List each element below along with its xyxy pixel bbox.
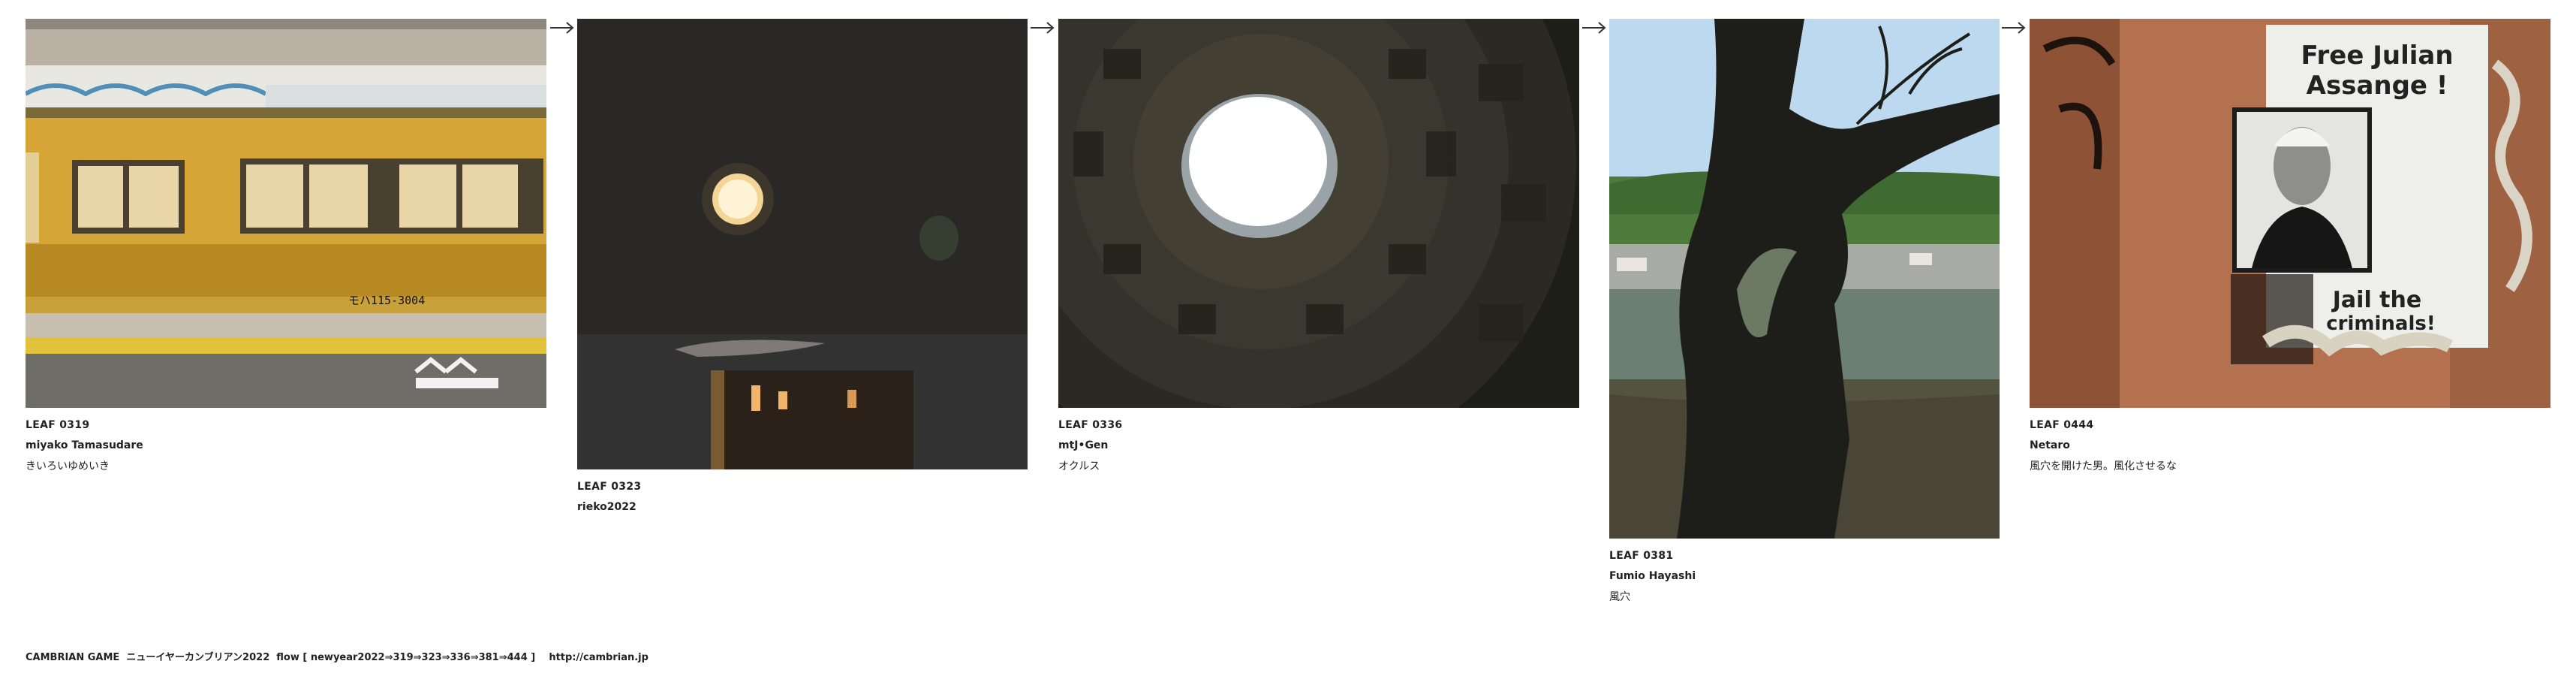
leaf-author[interactable]: rieko2022 bbox=[577, 496, 1028, 518]
leaf-card-0381[interactable]: LEAF 0381 Fumio Hayashi 風穴 bbox=[1609, 19, 2000, 608]
leaf-title: LEAF 0336 bbox=[1058, 419, 1123, 431]
poster-line-1: Free Julian bbox=[2301, 41, 2453, 71]
poster-line-2: Assange ! bbox=[2307, 71, 2448, 101]
train-number-label: モハ115-3004 bbox=[348, 294, 425, 307]
leaf-author[interactable]: mtJ•Gen bbox=[1058, 435, 1579, 456]
leaf-image-0336[interactable] bbox=[1058, 19, 1579, 408]
leaf-card-0323[interactable]: LEAF 0323 rieko2022 bbox=[577, 19, 1028, 518]
leaf-card-0444[interactable]: Free Julian Assange ! Jail the criminals… bbox=[2030, 19, 2550, 477]
leaf-card-0336[interactable]: LEAF 0336 mtJ•Gen オクルス bbox=[1058, 19, 1579, 477]
leaf-image-0319[interactable]: モハ115-3004 bbox=[26, 19, 546, 408]
leaf-card-0319[interactable]: モハ115-3004 LEAF 0319 miyako Tamasudare き… bbox=[26, 19, 546, 477]
leaf-title: LEAF 0319 bbox=[26, 419, 90, 431]
leaf-author[interactable]: miyako Tamasudare bbox=[26, 435, 546, 456]
leaf-title: LEAF 0323 bbox=[577, 481, 642, 493]
leaf-note: きいろいゆめいき bbox=[26, 460, 110, 472]
leaf-author[interactable]: Fumio Hayashi bbox=[1609, 566, 2000, 587]
leaf-note: 風穴 bbox=[1609, 591, 1630, 603]
leaf-title: LEAF 0381 bbox=[1609, 550, 1674, 562]
right-arrow-icon bbox=[1582, 22, 1606, 34]
footer-flow-info: CAMBRIAN GAME ニューイヤーカンブリアン2022 flow [ ne… bbox=[26, 652, 649, 663]
leaf-note: 風穴を開けた男。風化させるな bbox=[2030, 460, 2177, 472]
leaf-image-0381[interactable] bbox=[1609, 19, 2000, 539]
leaf-note: オクルス bbox=[1058, 460, 1100, 472]
leaf-author[interactable]: Netaro bbox=[2030, 435, 2550, 456]
right-arrow-icon bbox=[2002, 22, 2026, 34]
leaf-title: LEAF 0444 bbox=[2030, 419, 2094, 431]
right-arrow-icon bbox=[550, 22, 574, 34]
leaf-image-0444[interactable]: Free Julian Assange ! Jail the criminals… bbox=[2030, 19, 2550, 408]
leaf-image-0323[interactable] bbox=[577, 19, 1028, 469]
poster-line-3: Jail the bbox=[2331, 287, 2421, 313]
right-arrow-icon bbox=[1031, 22, 1055, 34]
poster-line-4: criminals! bbox=[2326, 312, 2435, 335]
